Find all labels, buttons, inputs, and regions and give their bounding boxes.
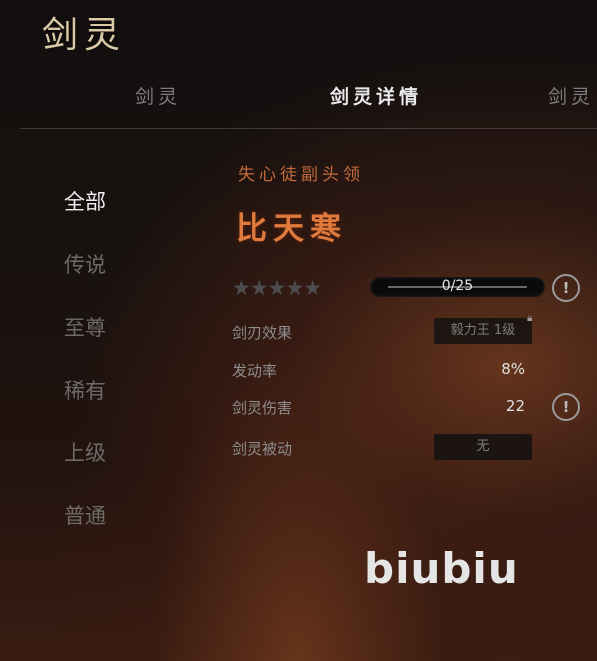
star-rating: ★★★★★: [232, 276, 322, 300]
watermark-logo: biubiu: [364, 544, 519, 593]
blade-effect-value: 毅力王 1级: [434, 318, 532, 344]
spirit-passive-label: 剑灵被动: [232, 440, 293, 458]
spirit-damage-value: 22: [505, 397, 525, 415]
trigger-rate-label: 发动率: [232, 362, 278, 380]
category-rare[interactable]: 稀有: [64, 375, 106, 405]
page-title: 剑灵: [42, 15, 127, 56]
tab-divider: [20, 128, 597, 129]
tab-sword-spirit-details[interactable]: 剑灵详情: [330, 82, 422, 109]
category-all[interactable]: 全部: [64, 186, 106, 216]
tab-sword-spirit-2[interactable]: 剑灵: [548, 82, 594, 109]
category-normal[interactable]: 普通: [64, 500, 106, 530]
tab-bar: 剑灵 剑灵详情 剑灵: [0, 82, 597, 112]
tab-sword-spirit[interactable]: 剑灵: [135, 82, 181, 109]
spirit-subtitle: 失心徒副头领: [238, 165, 364, 185]
category-legendary[interactable]: 传说: [64, 249, 106, 279]
progress-text: 0/25: [441, 278, 474, 294]
trigger-rate-value: 8%: [501, 360, 525, 378]
blade-effect-label: 剑刃效果: [232, 324, 293, 342]
damage-info-icon[interactable]: !: [552, 393, 580, 421]
spirit-damage-label: 剑灵伤害: [232, 399, 293, 417]
lock-icon: 🔒︎: [527, 313, 533, 324]
spirit-name: 比天寒: [236, 211, 347, 247]
category-supreme[interactable]: 至尊: [64, 312, 106, 342]
spirit-passive-value: 无: [434, 434, 532, 460]
upgrade-progress-bar: 0/25: [370, 277, 545, 297]
category-superior[interactable]: 上级: [64, 437, 106, 467]
progress-info-icon[interactable]: !: [552, 274, 580, 302]
